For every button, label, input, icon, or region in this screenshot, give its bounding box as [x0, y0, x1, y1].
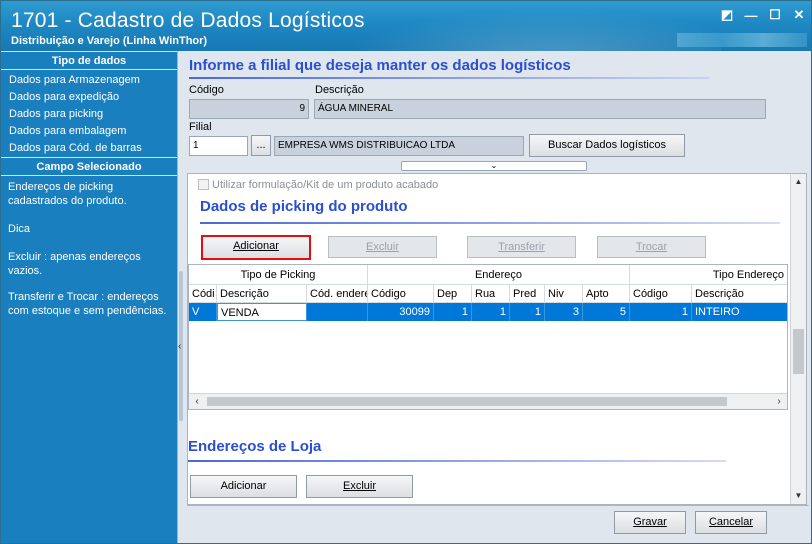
grid-horizontal-scrollbar[interactable]: ‹ › [189, 393, 787, 409]
picking-adicionar-label: Adicionar [233, 240, 279, 252]
sidebar-splitter[interactable]: ‹ [177, 51, 185, 543]
restore-layout-icon[interactable]: ◩ [719, 7, 735, 23]
cell-cod-endereco[interactable] [307, 303, 368, 321]
cell-niv[interactable]: 3 [545, 303, 583, 321]
sidebar: Tipo de dados Dados para Armazenagem Dad… [1, 51, 177, 543]
picking-grid: Tipo de Picking Endereço Tipo Endereço C… [188, 264, 788, 410]
main-window: 1701 - Cadastro de Dados Logísticos Dist… [0, 0, 812, 544]
maximize-button[interactable]: ☐ [767, 7, 783, 23]
grid-scroll-thumb[interactable] [207, 397, 727, 406]
picking-trocar-button[interactable]: Trocar [597, 236, 706, 258]
sidebar-dica-label: Dica [8, 223, 31, 235]
scroll-right-icon[interactable]: › [771, 394, 787, 409]
sidebar-item-expedicao[interactable]: Dados para expedição [1, 89, 177, 106]
cell-pred[interactable]: 1 [510, 303, 545, 321]
loja-adicionar-button[interactable]: Adicionar [190, 475, 297, 498]
filial-label: Filial [189, 121, 212, 133]
cell-codigo-tipo-end[interactable]: 1 [630, 303, 692, 321]
codigo-field: 9 [189, 99, 309, 119]
gravar-button[interactable]: Gravar [614, 511, 686, 534]
sidebar-header-campo-selecionado: Campo Selecionado [1, 157, 177, 176]
cell-codigo-tipo[interactable]: V [189, 303, 217, 321]
grid-group-tipo-endereco: Tipo Endereço [630, 265, 787, 285]
descricao-label: Descrição [315, 84, 364, 96]
picking-excluir-button[interactable]: Excluir [328, 236, 437, 258]
sidebar-dica-excluir: Excluir : apenas endereços vazios. [8, 251, 141, 277]
sidebar-item-embalagem[interactable]: Dados para embalagem [1, 123, 177, 140]
collapse-sidebar-icon[interactable]: ‹ [178, 341, 181, 352]
codigo-label: Código [189, 84, 224, 96]
picking-adicionar-button[interactable]: Adicionar [201, 235, 311, 260]
cancelar-button[interactable]: Cancelar [695, 511, 767, 534]
picking-transferir-button[interactable]: Transferir [467, 236, 576, 258]
grid-header-cod-endereco[interactable]: Cód. endere [307, 285, 368, 303]
grid-header-codigo-tipo[interactable]: Códi [189, 285, 217, 303]
sidebar-dica-transferir: Transferir e Trocar : endereços com esto… [8, 291, 167, 317]
picking-trocar-label: Trocar [635, 241, 668, 253]
chevron-down-icon: ⌄ [490, 161, 498, 170]
gravar-label: Gravar [633, 516, 667, 528]
filial-input[interactable]: 1 [189, 136, 248, 156]
cell-rua[interactable]: 1 [472, 303, 510, 321]
sidebar-header-tipo-dados: Tipo de dados [1, 51, 177, 70]
sidebar-item-picking[interactable]: Dados para picking [1, 106, 177, 123]
scroll-left-icon[interactable]: ‹ [189, 394, 205, 409]
grid-group-tipo-picking: Tipo de Picking [189, 265, 368, 285]
cell-descricao[interactable]: VENDA [217, 303, 307, 321]
grid-header-dep[interactable]: Dep [434, 285, 472, 303]
loja-section-title: Endereços de Loja [188, 438, 322, 455]
filial-lookup-button[interactable]: ... [251, 135, 271, 156]
panel-scroll-thumb[interactable] [793, 329, 804, 374]
sidebar-info-text: Endereços de picking cadastrados do prod… [8, 181, 127, 207]
descricao-field: ÁGUA MINERAL [314, 99, 766, 119]
window-controls: ◩ — ☐ ✕ [719, 7, 807, 23]
scroll-up-icon[interactable]: ▲ [791, 174, 806, 190]
minimize-button[interactable]: — [743, 7, 759, 23]
picking-excluir-label: Excluir [365, 241, 399, 253]
main-content: Informe a filial que deseja manter os da… [185, 51, 811, 543]
collapse-header-handle[interactable]: ⌄ [401, 161, 587, 171]
loja-excluir-label: Excluir [342, 480, 376, 492]
grid-group-endereco: Endereço [368, 265, 630, 285]
picking-section-title: Dados de picking do produto [200, 198, 408, 215]
sidebar-item-armazenagem[interactable]: Dados para Armazenagem [1, 72, 177, 89]
filial-section-title: Informe a filial que deseja manter os da… [189, 57, 571, 74]
loja-excluir-button[interactable]: Excluir [306, 475, 413, 498]
picking-transferir-label: Transferir [498, 241, 545, 253]
blurred-info [677, 33, 807, 47]
grid-header-rua[interactable]: Rua [472, 285, 510, 303]
loja-adicionar-label: Adicionar [220, 480, 267, 492]
grid-header-descricao[interactable]: Descrição [217, 285, 307, 303]
window-title: 1701 - Cadastro de Dados Logísticos [11, 9, 365, 32]
title-bar: 1701 - Cadastro de Dados Logísticos Dist… [1, 1, 811, 51]
buscar-dados-button[interactable]: Buscar Dados logísticos [529, 134, 685, 157]
scroll-panel: Utilizar formulação/Kit de um produto ac… [187, 173, 807, 505]
grid-header-descricao-tipo-end[interactable]: Descrição [692, 285, 787, 303]
close-button[interactable]: ✕ [791, 7, 807, 23]
window-subtitle: Distribuição e Varejo (Linha WinThor) [11, 35, 208, 47]
grid-header-codigo-endereco[interactable]: Código [368, 285, 434, 303]
cell-descricao-tipo-end[interactable]: INTEIRO [692, 303, 787, 321]
cell-dep[interactable]: 1 [434, 303, 472, 321]
formulacao-checkbox-row[interactable]: Utilizar formulação/Kit de um produto ac… [198, 179, 438, 191]
grid-header-codigo-tipo-end[interactable]: Código [630, 285, 692, 303]
grid-header-pred[interactable]: Pred [510, 285, 545, 303]
grid-header-niv[interactable]: Niv [545, 285, 583, 303]
grid-header-apto[interactable]: Apto [583, 285, 630, 303]
cell-apto[interactable]: 5 [583, 303, 630, 321]
filial-name-field: EMPRESA WMS DISTRIBUICAO LTDA [274, 136, 524, 156]
sidebar-item-cod-barras[interactable]: Dados para Cód. de barras [1, 140, 177, 157]
table-row[interactable]: V VENDA 30099 1 1 1 3 5 1 INTEIRO [189, 303, 787, 321]
formulacao-checkbox[interactable] [198, 179, 209, 190]
cancelar-label: Cancelar [708, 516, 754, 528]
buscar-dados-label: Buscar Dados logísticos [548, 139, 666, 151]
cell-codigo-endereco[interactable]: 30099 [368, 303, 434, 321]
formulacao-checkbox-label: Utilizar formulação/Kit de um produto ac… [212, 179, 439, 191]
scroll-down-icon[interactable]: ▼ [791, 488, 806, 504]
panel-vertical-scrollbar[interactable]: ▲ ▼ [790, 174, 806, 504]
